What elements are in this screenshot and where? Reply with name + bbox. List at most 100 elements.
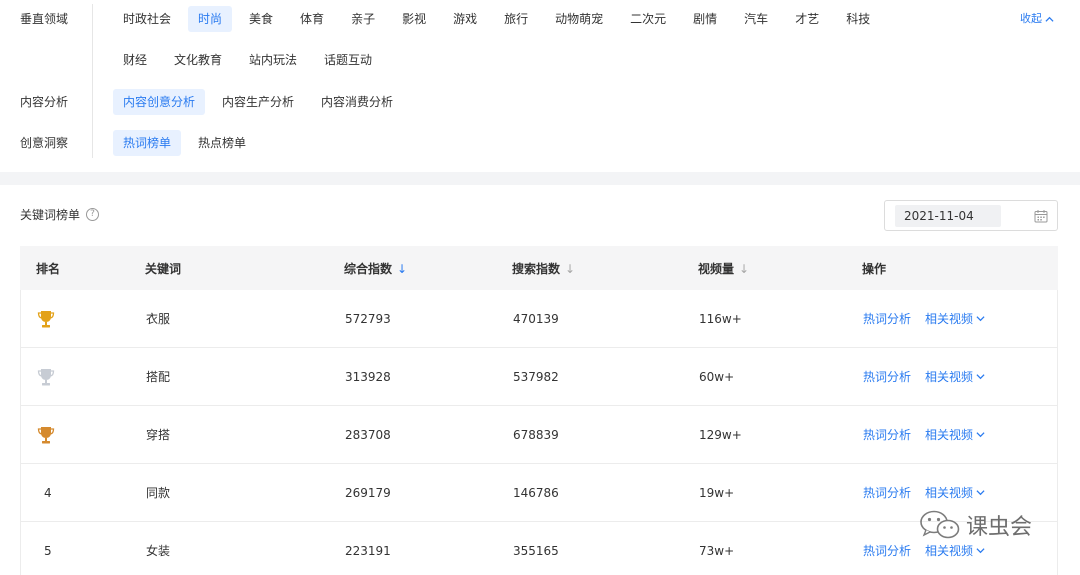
header-video-label: 视频量 xyxy=(698,261,735,276)
watermark: 课虫会 xyxy=(918,508,1032,542)
list-header: 关键词榜单 ? xyxy=(20,206,100,223)
filter-option[interactable]: 话题互动 xyxy=(314,47,382,73)
composite-index-cell: 313928 xyxy=(345,369,391,384)
filter-option[interactable]: 二次元 xyxy=(620,6,676,32)
hotword-analysis-link[interactable]: 热词分析 xyxy=(863,542,911,559)
related-videos-label: 相关视频 xyxy=(925,428,974,442)
table-body: 衣服 572793 470139 116w+ 热词分析 相关视频 搭配 313928 53798… xyxy=(20,290,1058,575)
table-header: 排名 关键词 综合指数 ↓ 搜索指数 ↓ 视频量 ↓ 操作 xyxy=(20,246,1058,290)
hotword-analysis-link[interactable]: 热词分析 xyxy=(863,310,911,327)
filter-option[interactable]: 影视 xyxy=(392,6,436,32)
bronze-trophy-icon xyxy=(37,425,132,445)
filter-option[interactable]: 文化教育 xyxy=(164,47,232,73)
table-row: 衣服 572793 470139 116w+ 热词分析 相关视频 xyxy=(20,290,1058,348)
filter-option[interactable]: 体育 xyxy=(290,6,334,32)
rank-cell: 4 xyxy=(21,486,132,500)
chevron-down-icon xyxy=(976,432,985,438)
question-circle-icon[interactable]: ? xyxy=(86,208,100,221)
video-count-cell: 60w+ xyxy=(699,369,735,384)
rank-cell: 5 xyxy=(21,544,132,558)
hotword-analysis-link[interactable]: 热词分析 xyxy=(863,368,911,385)
related-videos-label: 相关视频 xyxy=(925,486,974,500)
header-search-label: 搜索指数 xyxy=(512,261,561,276)
date-picker[interactable]: 2021-11-04 xyxy=(884,200,1058,231)
filter-option[interactable]: 内容生产分析 xyxy=(212,89,304,115)
composite-index-cell: 572793 xyxy=(345,311,391,326)
table-row: 穿搭 283708 678839 129w+ 热词分析 相关视频 xyxy=(20,406,1058,464)
filter-option[interactable]: 时尚 xyxy=(188,6,233,32)
filter-option[interactable]: 才艺 xyxy=(785,6,829,32)
filter-option[interactable]: 汽车 xyxy=(734,6,778,32)
rank-number: 5 xyxy=(44,543,52,558)
chevron-down-icon xyxy=(976,490,985,496)
content-analysis-options: 内容创意分析 内容生产分析 内容消费分析 xyxy=(113,87,410,117)
operations-cell: 热词分析 相关视频 xyxy=(849,368,985,385)
vertical-domain-options-row1: 时政社会 时尚 美食 体育 亲子 影视 游戏 旅行 动物萌宠 二次元 剧情 汽车 才艺 科技 xyxy=(113,4,887,34)
rank-cell xyxy=(21,425,132,445)
related-videos-label: 相关视频 xyxy=(925,312,974,326)
search-index-cell: 355165 xyxy=(513,543,559,558)
header-rank: 排名 xyxy=(36,261,61,276)
header-search-index[interactable]: 搜索指数 ↓ xyxy=(498,260,684,277)
operations-cell: 热词分析 相关视频 xyxy=(849,542,985,559)
sort-icon[interactable]: ↓ xyxy=(565,262,575,276)
related-videos-dropdown[interactable]: 相关视频 xyxy=(925,310,985,327)
related-videos-dropdown[interactable]: 相关视频 xyxy=(925,542,985,559)
filter-option[interactable]: 科技 xyxy=(836,6,880,32)
hotword-analysis-link[interactable]: 热词分析 xyxy=(863,426,911,443)
sort-desc-icon[interactable]: ↓ xyxy=(397,262,407,276)
filter-option[interactable]: 动物萌宠 xyxy=(545,6,613,32)
collapse-button[interactable]: 收起 xyxy=(1020,4,1054,34)
filter-option[interactable]: 游戏 xyxy=(443,6,487,32)
filter-option[interactable]: 旅行 xyxy=(494,6,538,32)
hotword-analysis-link[interactable]: 热词分析 xyxy=(863,484,911,501)
calendar-icon[interactable] xyxy=(1034,209,1048,223)
operations-cell: 热词分析 相关视频 xyxy=(849,426,985,443)
header-video-count[interactable]: 视频量 ↓ xyxy=(684,260,848,277)
table-row: 4 同款 269179 146786 19w+ 热词分析 相关视频 xyxy=(20,464,1058,522)
header-composite-index[interactable]: 综合指数 ↓ xyxy=(330,260,498,277)
chevron-down-icon xyxy=(976,316,985,322)
filter-option[interactable]: 内容消费分析 xyxy=(311,89,403,115)
watermark-text: 课虫会 xyxy=(966,515,1033,540)
creative-insight-label: 创意洞察 xyxy=(20,136,69,150)
keyword-cell: 穿搭 xyxy=(146,428,171,442)
vertical-domain-options-row2: 财经 文化教育 站内玩法 话题互动 xyxy=(113,45,389,75)
related-videos-dropdown[interactable]: 相关视频 xyxy=(925,368,985,385)
filter-option[interactable]: 时政社会 xyxy=(113,6,181,32)
filter-option[interactable]: 财经 xyxy=(113,47,157,73)
rank-cell xyxy=(21,367,132,387)
related-videos-dropdown[interactable]: 相关视频 xyxy=(925,484,985,501)
filter-panel: 垂直领域 时政社会 时尚 美食 体育 亲子 影视 游戏 旅行 动物萌宠 二次元 剧情 汽车 才艺 科技 收… xyxy=(0,0,1080,172)
filter-option[interactable]: 美食 xyxy=(239,6,283,32)
keyword-cell: 女装 xyxy=(146,544,171,558)
related-videos-dropdown[interactable]: 相关视频 xyxy=(925,426,985,443)
search-index-cell: 146786 xyxy=(513,485,559,500)
silver-trophy-icon xyxy=(37,367,132,387)
filter-option[interactable]: 内容创意分析 xyxy=(113,89,206,115)
filter-option[interactable]: 热词榜单 xyxy=(113,130,182,156)
keyword-cell: 衣服 xyxy=(146,312,171,326)
video-count-cell: 19w+ xyxy=(699,485,735,500)
search-index-cell: 470139 xyxy=(513,311,559,326)
search-index-cell: 537982 xyxy=(513,369,559,384)
related-videos-label: 相关视频 xyxy=(925,544,974,558)
chevron-down-icon xyxy=(976,548,985,554)
list-title: 关键词榜单 xyxy=(20,208,81,222)
related-videos-label: 相关视频 xyxy=(925,370,974,384)
content-analysis-label: 内容分析 xyxy=(20,95,69,109)
table-row: 搭配 313928 537982 60w+ 热词分析 相关视频 xyxy=(20,348,1058,406)
filter-divider xyxy=(92,4,93,158)
filter-option[interactable]: 站内玩法 xyxy=(239,47,307,73)
filter-option[interactable]: 热点榜单 xyxy=(188,130,256,156)
chevron-up-icon xyxy=(1045,16,1054,22)
search-index-cell: 678839 xyxy=(513,427,559,442)
header-operations: 操作 xyxy=(862,261,887,276)
sort-icon[interactable]: ↓ xyxy=(739,262,749,276)
filter-option[interactable]: 亲子 xyxy=(341,6,385,32)
header-keyword: 关键词 xyxy=(145,261,182,276)
rank-number: 4 xyxy=(44,485,52,500)
table-row: 5 女装 223191 355165 73w+ 热词分析 相关视频 xyxy=(20,522,1058,575)
rank-cell xyxy=(21,309,132,329)
filter-option[interactable]: 剧情 xyxy=(683,6,727,32)
